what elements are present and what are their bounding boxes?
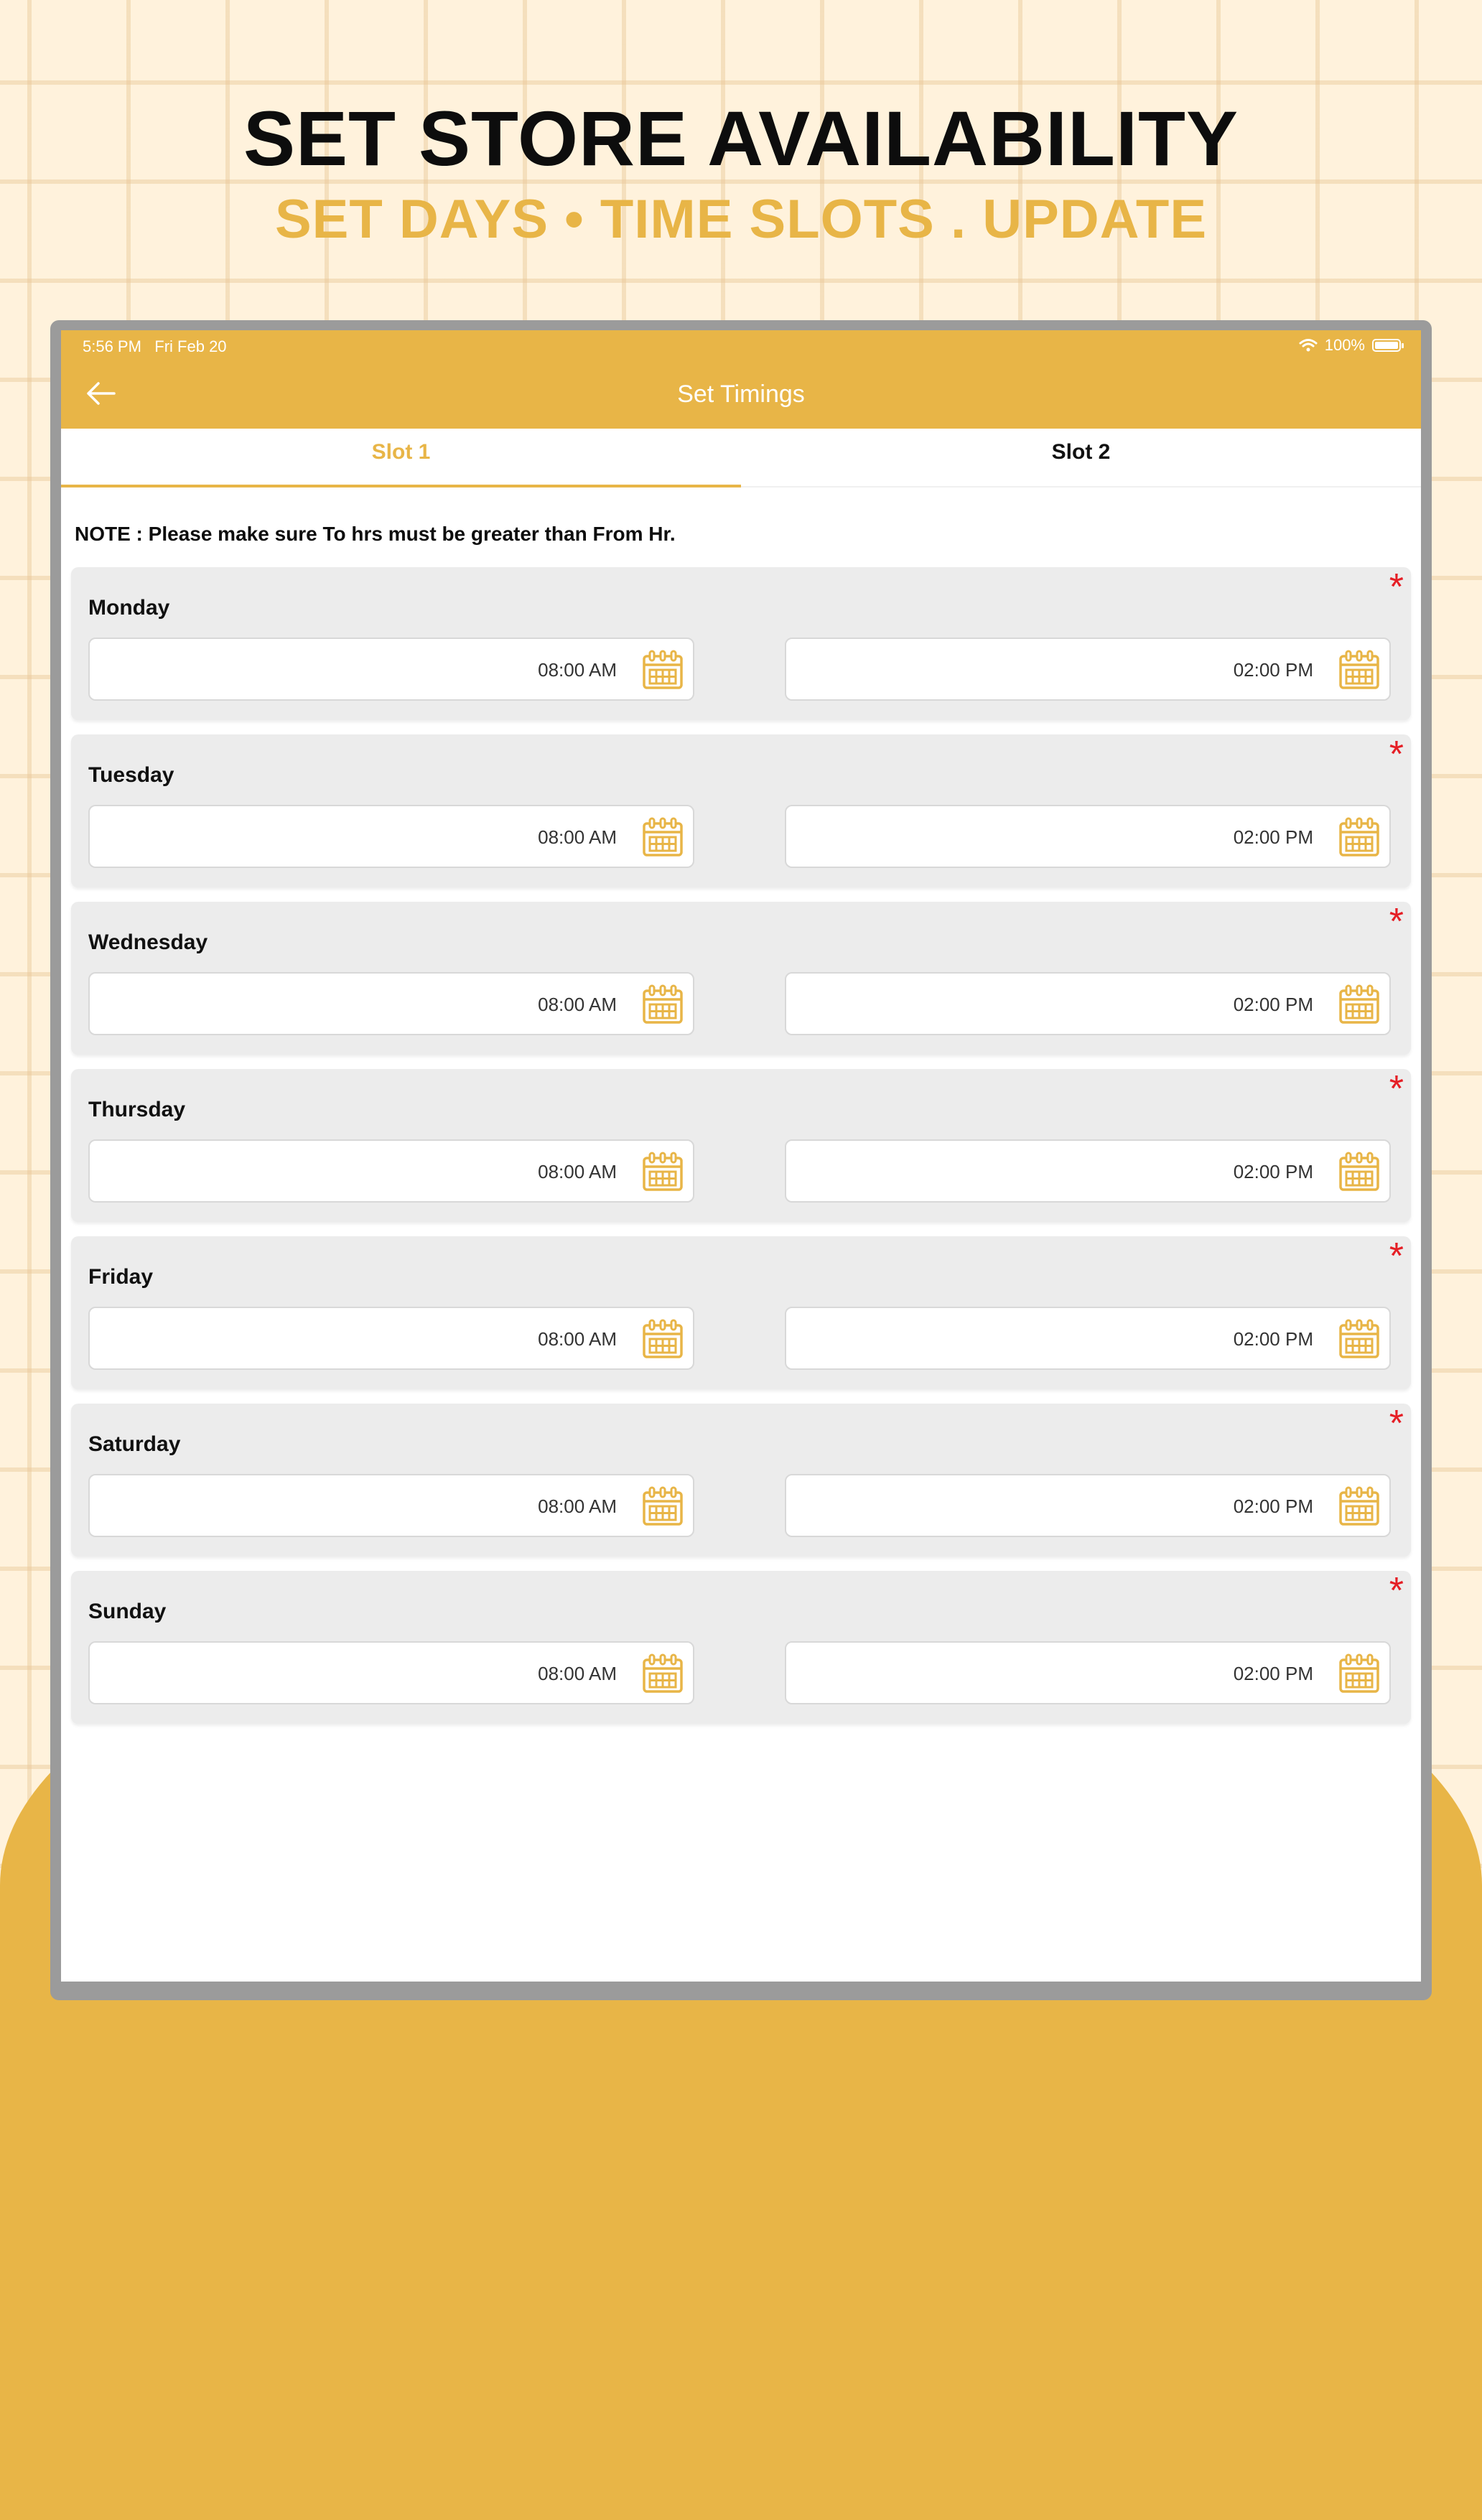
promo-subhead: SET DAYS • TIME SLOTS . UPDATE <box>274 189 1208 250</box>
required-asterisk: * <box>1389 566 1404 608</box>
day-name: Monday <box>88 596 170 620</box>
from-time-value: 08:00 AM <box>538 659 617 681</box>
app-bar: 5:56 PM Fri Feb 20 100% Set Timings <box>61 330 1421 429</box>
from-time-field[interactable]: 08:00 AM <box>88 638 694 701</box>
calendar-icon[interactable] <box>641 1653 684 1696</box>
calendar-icon[interactable] <box>1338 816 1381 859</box>
to-time-value: 02:00 PM <box>1233 1328 1313 1350</box>
to-time-value: 02:00 PM <box>1233 659 1313 681</box>
day-card-monday: Monday * 08:00 AM 02:00 PM <box>71 567 1411 720</box>
status-bar-time: 5:56 PM Fri Feb 20 <box>83 337 227 356</box>
required-asterisk: * <box>1389 1068 1404 1110</box>
to-time-field[interactable]: 02:00 PM <box>785 1139 1391 1203</box>
from-time-field[interactable]: 08:00 AM <box>88 1307 694 1370</box>
required-asterisk: * <box>1389 1236 1404 1277</box>
from-time-value: 08:00 AM <box>538 1328 617 1350</box>
to-time-value: 02:00 PM <box>1233 1495 1313 1517</box>
day-card-tuesday: Tuesday * 08:00 AM 02:00 PM <box>71 734 1411 887</box>
day-card-friday: Friday * 08:00 AM 02:00 PM <box>71 1236 1411 1389</box>
tab-slot-2[interactable]: Slot 2 <box>741 429 1421 486</box>
day-name: Thursday <box>88 1098 186 1121</box>
calendar-icon[interactable] <box>1338 1318 1381 1361</box>
day-name: Sunday <box>88 1600 167 1623</box>
from-time-value: 08:00 AM <box>538 826 617 848</box>
calendar-icon[interactable] <box>641 1151 684 1194</box>
calendar-icon[interactable] <box>1338 1151 1381 1194</box>
from-time-value: 08:00 AM <box>538 1495 617 1517</box>
from-time-field[interactable]: 08:00 AM <box>88 1641 694 1704</box>
status-time: 5:56 PM <box>83 337 141 355</box>
calendar-icon[interactable] <box>641 649 684 692</box>
day-card-wednesday: Wednesday * 08:00 AM 02:00 PM <box>71 902 1411 1055</box>
to-time-field[interactable]: 02:00 PM <box>785 638 1391 701</box>
from-time-value: 08:00 AM <box>538 1161 617 1182</box>
page-title: Set Timings <box>677 381 805 408</box>
from-time-field[interactable]: 08:00 AM <box>88 1139 694 1203</box>
battery-percent: 100% <box>1324 336 1365 354</box>
day-name: Wednesday <box>88 930 208 954</box>
required-asterisk: * <box>1389 734 1404 775</box>
day-name: Saturday <box>88 1432 181 1456</box>
promo-headline: SET STORE AVAILABILITY <box>243 95 1239 182</box>
from-time-field[interactable]: 08:00 AM <box>88 1474 694 1537</box>
to-time-value: 02:00 PM <box>1233 1663 1313 1684</box>
day-card-saturday: Saturday * 08:00 AM 02:00 PM <box>71 1404 1411 1557</box>
day-card-sunday: Sunday * 08:00 AM 02:00 PM <box>71 1571 1411 1724</box>
calendar-icon[interactable] <box>641 816 684 859</box>
app-screen: 5:56 PM Fri Feb 20 100% Set Timings Slot… <box>61 330 1421 1982</box>
day-list: Monday * 08:00 AM 02:00 PM Tuesday * 08:… <box>71 567 1411 1738</box>
required-asterisk: * <box>1389 1570 1404 1612</box>
to-time-value: 02:00 PM <box>1233 1161 1313 1182</box>
to-time-value: 02:00 PM <box>1233 826 1313 848</box>
battery-icon <box>1372 339 1404 352</box>
from-time-value: 08:00 AM <box>538 994 617 1015</box>
from-time-field[interactable]: 08:00 AM <box>88 805 694 868</box>
to-time-field[interactable]: 02:00 PM <box>785 1641 1391 1704</box>
from-time-value: 08:00 AM <box>538 1663 617 1684</box>
calendar-icon[interactable] <box>1338 1653 1381 1696</box>
to-time-field[interactable]: 02:00 PM <box>785 805 1391 868</box>
to-time-field[interactable]: 02:00 PM <box>785 972 1391 1035</box>
calendar-icon[interactable] <box>641 984 684 1027</box>
required-asterisk: * <box>1389 901 1404 943</box>
to-time-field[interactable]: 02:00 PM <box>785 1307 1391 1370</box>
status-bar-right: 100% <box>1299 336 1404 355</box>
status-date: Fri Feb 20 <box>154 337 227 355</box>
to-time-value: 02:00 PM <box>1233 994 1313 1015</box>
calendar-icon[interactable] <box>1338 649 1381 692</box>
calendar-icon[interactable] <box>1338 1485 1381 1529</box>
calendar-icon[interactable] <box>641 1485 684 1529</box>
to-time-field[interactable]: 02:00 PM <box>785 1474 1391 1537</box>
calendar-icon[interactable] <box>1338 984 1381 1027</box>
from-time-field[interactable]: 08:00 AM <box>88 972 694 1035</box>
calendar-icon[interactable] <box>641 1318 684 1361</box>
day-name: Friday <box>88 1265 154 1289</box>
slot-tabs: Slot 1 Slot 2 <box>61 429 1421 487</box>
required-asterisk: * <box>1389 1403 1404 1445</box>
day-card-thursday: Thursday * 08:00 AM 02:00 PM <box>71 1069 1411 1222</box>
tab-slot-1[interactable]: Slot 1 <box>61 429 741 487</box>
validation-note: NOTE : Please make sure To hrs must be g… <box>75 523 676 545</box>
day-name: Tuesday <box>88 763 174 787</box>
wifi-icon <box>1299 339 1318 352</box>
